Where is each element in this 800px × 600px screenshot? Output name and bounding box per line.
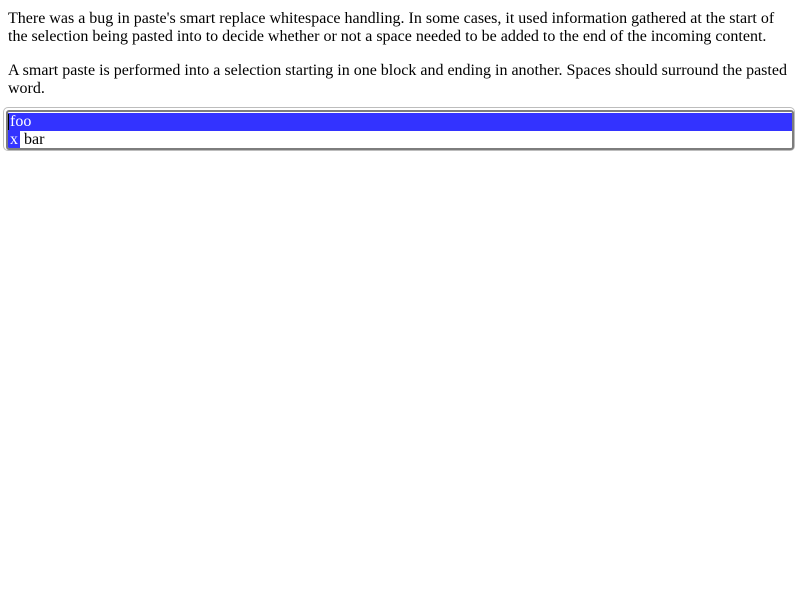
description-paragraph-1: There was a bug in paste's smart replace… bbox=[8, 10, 775, 45]
editable-region[interactable]: foo x bar bbox=[6, 110, 794, 150]
editor-text-foo: foo bbox=[10, 113, 32, 131]
editor-line-2[interactable]: x bar bbox=[8, 131, 45, 148]
description-paragraph-2: A smart paste is performed into a select… bbox=[8, 62, 787, 97]
selection-highlight-line-1 bbox=[8, 113, 792, 131]
editor-text-bar: bar bbox=[20, 131, 45, 148]
text-caret bbox=[8, 114, 9, 130]
editor-line-1[interactable]: foo bbox=[8, 113, 792, 131]
selection-highlight-line-2: x bbox=[8, 131, 20, 148]
